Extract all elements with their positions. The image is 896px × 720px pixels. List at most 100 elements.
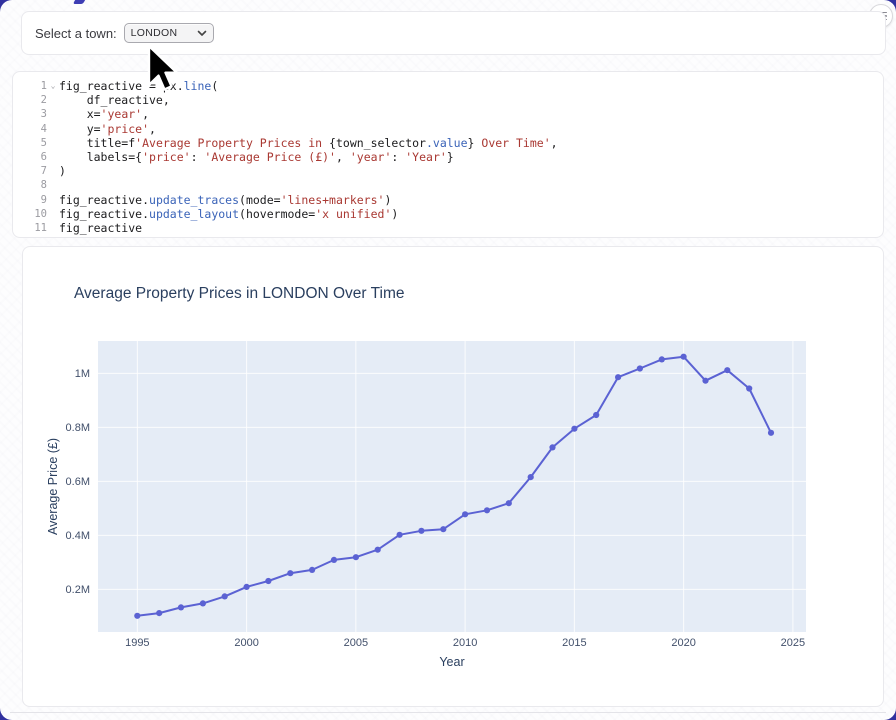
- chart-output-cell: 0.2M 0.4M 0.6M 0.8M 1M 1995 2000 2005 2010 2015 20…: [22, 246, 884, 707]
- code-line[interactable]: 1⌄fig_reactive = px.line(: [13, 79, 883, 93]
- y-axis-title: Average Price (£): [46, 438, 60, 535]
- chart-marker[interactable]: [309, 567, 315, 573]
- x-tick-label: 2005: [344, 637, 368, 649]
- x-tick-label: 2020: [671, 637, 695, 649]
- fold-spacer: [47, 150, 59, 164]
- fold-spacer: [47, 207, 59, 221]
- line-number: 10: [13, 207, 47, 221]
- chart-marker[interactable]: [156, 610, 162, 616]
- chart-marker[interactable]: [681, 354, 687, 360]
- line-number: 4: [13, 122, 47, 136]
- code-line[interactable]: 3 x='year',: [13, 107, 883, 121]
- fold-spacer: [47, 164, 59, 178]
- chevron-down-icon: [197, 30, 207, 37]
- y-tick-label: 0.8M: [66, 422, 90, 434]
- chart-marker[interactable]: [506, 500, 512, 506]
- fold-spacer: [47, 178, 59, 192]
- code-line[interactable]: 9 fig_reactive.update_traces(mode='lines+…: [13, 193, 883, 207]
- code-text: y='price',: [59, 122, 156, 136]
- fold-spacer: [47, 122, 59, 136]
- fold-spacer: [47, 193, 59, 207]
- code-text: ): [59, 164, 66, 178]
- fold-spacer: [47, 93, 59, 107]
- chart-marker[interactable]: [593, 412, 599, 418]
- code-line[interactable]: 11 fig_reactive: [13, 221, 883, 235]
- chart-marker[interactable]: [462, 511, 468, 517]
- chart-marker[interactable]: [440, 526, 446, 532]
- code-line[interactable]: 7): [13, 164, 883, 178]
- y-tick-label: 0.6M: [66, 476, 90, 488]
- fold-spacer: [47, 107, 59, 121]
- line-number: 1: [13, 79, 47, 93]
- x-tick-label: 2025: [781, 637, 805, 649]
- code-line[interactable]: 2 df_reactive,: [13, 93, 883, 107]
- chart-marker[interactable]: [397, 532, 403, 538]
- line-number: 8: [13, 178, 47, 192]
- x-tick-label: 2000: [234, 637, 258, 649]
- y-tick-label: 0.2M: [66, 584, 90, 596]
- line-number: 2: [13, 93, 47, 107]
- x-tick-label: 2010: [453, 637, 477, 649]
- fold-spacer: [47, 136, 59, 150]
- code-line[interactable]: 4 y='price',: [13, 122, 883, 136]
- chart-title: Average Property Prices in LONDON Over T…: [74, 285, 405, 303]
- code-line[interactable]: 10 fig_reactive.update_layout(hovermode='…: [13, 207, 883, 221]
- card-bottom-edge: [10, 712, 886, 713]
- chart-marker[interactable]: [265, 578, 271, 584]
- chart-marker[interactable]: [222, 593, 228, 599]
- plot-area[interactable]: [98, 341, 806, 632]
- chart-marker[interactable]: [724, 367, 730, 373]
- code-cell[interactable]: 1⌄fig_reactive = px.line(2 df_reactive,3…: [12, 71, 884, 238]
- chart-marker[interactable]: [178, 604, 184, 610]
- code-editor[interactable]: 1⌄fig_reactive = px.line(2 df_reactive,3…: [13, 79, 883, 235]
- chart-marker[interactable]: [375, 547, 381, 553]
- chart-marker[interactable]: [549, 444, 555, 450]
- town-selector-cell: Select a town: LONDON: [21, 11, 886, 55]
- code-text: fig_reactive: [59, 221, 142, 235]
- chart-marker[interactable]: [746, 385, 752, 391]
- line-number: 9: [13, 193, 47, 207]
- code-text: labels={'price': 'Average Price (£)', 'y…: [59, 150, 454, 164]
- y-tick-label: 0.4M: [66, 530, 90, 542]
- line-number: 3: [13, 107, 47, 121]
- y-tick-label: 1M: [75, 368, 90, 380]
- line-number: 11: [13, 221, 47, 235]
- code-text: title=f'Average Property Prices in {town…: [59, 136, 558, 150]
- code-line[interactable]: 6 labels={'price': 'Average Price (£)', …: [13, 150, 883, 164]
- line-number: 7: [13, 164, 47, 178]
- price-chart[interactable]: 0.2M 0.4M 0.6M 0.8M 1M 1995 2000 2005 2010 2015 20…: [23, 247, 883, 706]
- code-text: fig_reactive.update_layout(hovermode='x …: [59, 207, 398, 221]
- fold-spacer: [47, 221, 59, 235]
- x-tick-label: 2015: [562, 637, 586, 649]
- chart-marker[interactable]: [134, 613, 140, 619]
- code-text: df_reactive,: [59, 93, 170, 107]
- code-text: fig_reactive = px.line(: [59, 79, 218, 93]
- chart-marker[interactable]: [768, 430, 774, 436]
- code-text: fig_reactive.update_traces(mode='lines+m…: [59, 193, 391, 207]
- x-axis-title: Year: [439, 655, 464, 669]
- code-text: x='year',: [59, 107, 149, 121]
- town-selector-label: Select a town:: [35, 26, 117, 41]
- town-dropdown-value: LONDON: [131, 27, 197, 39]
- chart-marker[interactable]: [287, 570, 293, 576]
- code-line[interactable]: 8: [13, 178, 883, 192]
- chart-marker[interactable]: [528, 474, 534, 480]
- chart-marker[interactable]: [484, 507, 490, 513]
- chart-marker[interactable]: [637, 365, 643, 371]
- fold-arrow-icon[interactable]: ⌄: [47, 79, 59, 93]
- chart-marker[interactable]: [353, 554, 359, 560]
- chart-marker[interactable]: [331, 557, 337, 563]
- chart-marker[interactable]: [702, 378, 708, 384]
- chart-marker[interactable]: [244, 584, 250, 590]
- line-number: 6: [13, 150, 47, 164]
- chart-marker[interactable]: [200, 600, 206, 606]
- code-line[interactable]: 5 title=f'Average Property Prices in {to…: [13, 136, 883, 150]
- chart-marker[interactable]: [615, 374, 621, 380]
- line-number: 5: [13, 136, 47, 150]
- chart-marker[interactable]: [571, 426, 577, 432]
- x-tick-label: 1995: [125, 637, 149, 649]
- town-dropdown[interactable]: LONDON: [124, 23, 214, 43]
- notebook-app: Select a town: LONDON 1⌄fig_reactive = p…: [0, 0, 896, 720]
- chart-marker[interactable]: [659, 356, 665, 362]
- chart-marker[interactable]: [418, 528, 424, 534]
